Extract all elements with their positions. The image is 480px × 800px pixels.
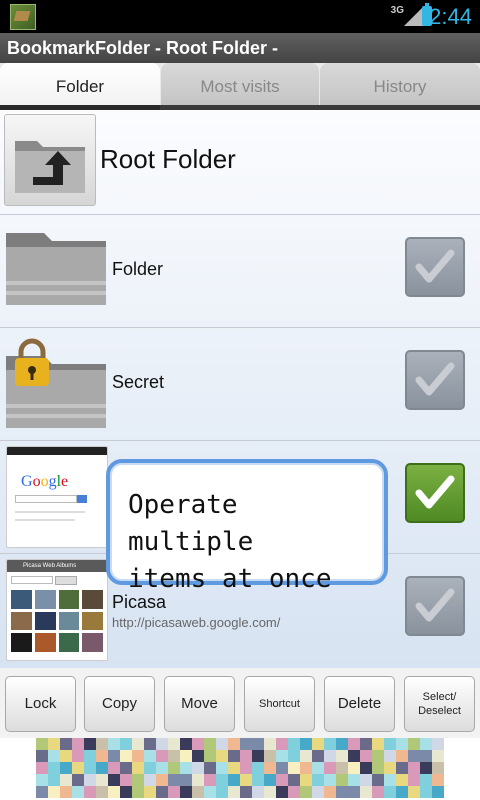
- network-type: 3G: [390, 5, 404, 16]
- clock: 2:44: [429, 4, 472, 29]
- folder-up-icon: [4, 114, 96, 206]
- ad-banner[interactable]: [0, 738, 480, 800]
- picasa-header: Picasa Web Albums: [7, 560, 107, 572]
- copy-button[interactable]: Copy: [84, 676, 155, 732]
- delete-button[interactable]: Delete: [324, 676, 395, 732]
- signal-icon: [404, 6, 424, 26]
- action-toolbar: Lock Copy Move Shortcut Delete Select/ D…: [0, 668, 480, 738]
- item-url: http://picasaweb.google.com/: [112, 615, 281, 630]
- item-checkbox[interactable]: [405, 350, 465, 410]
- item-label: Secret: [112, 372, 165, 392]
- shortcut-button[interactable]: Shortcut: [244, 676, 315, 732]
- lock-icon: [15, 338, 49, 386]
- google-thumbnail: Google: [6, 446, 108, 548]
- google-logo: Google: [21, 473, 69, 490]
- callout-bubble: Operate multiple items at once: [106, 459, 388, 594]
- root-folder-row[interactable]: Root Folder: [0, 110, 480, 214]
- app-notification-icon: [10, 4, 36, 30]
- ad-mosaic-image: [36, 738, 444, 800]
- list-item[interactable]: Secret: [0, 327, 480, 441]
- root-folder-label: Root Folder: [100, 144, 236, 174]
- status-bar: 3G 2:44: [0, 0, 480, 33]
- move-button[interactable]: Move: [164, 676, 235, 732]
- item-label: Folder: [112, 259, 164, 279]
- lock-button[interactable]: Lock: [5, 676, 76, 732]
- item-checkbox[interactable]: [405, 237, 465, 297]
- picasa-thumbnail: Picasa Web Albums: [6, 559, 108, 661]
- tab-history[interactable]: History: [320, 63, 480, 107]
- item-checkbox[interactable]: [405, 576, 465, 636]
- callout-text: Operate multiple items at once: [128, 490, 332, 594]
- tab-bar: Folder Most visits History: [0, 63, 480, 110]
- tab-most-visits[interactable]: Most visits: [161, 63, 319, 107]
- list-item[interactable]: Folder: [0, 214, 480, 328]
- folder-icon: [6, 233, 106, 305]
- tab-folder[interactable]: Folder: [0, 63, 160, 107]
- select-deselect-button[interactable]: Select/ Deselect: [404, 676, 475, 732]
- title-bar: BookmarkFolder - Root Folder -: [0, 33, 480, 63]
- item-checkbox[interactable]: [405, 463, 465, 523]
